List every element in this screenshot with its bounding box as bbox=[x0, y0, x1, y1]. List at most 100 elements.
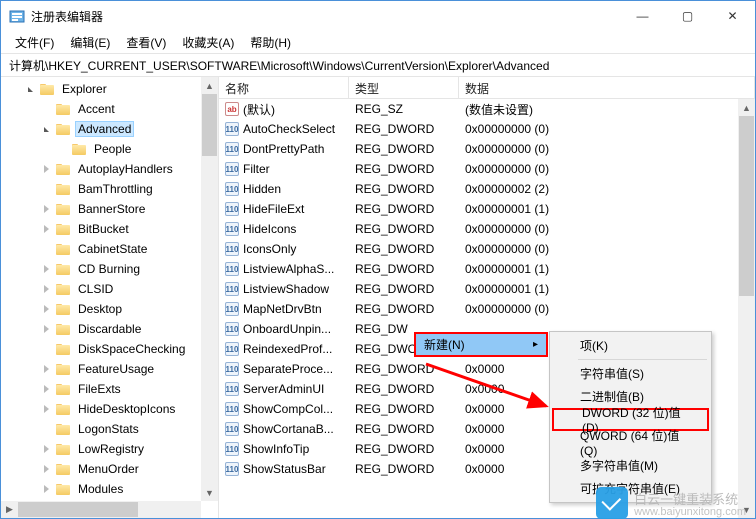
tree-expander-icon[interactable] bbox=[39, 402, 53, 416]
folder-icon bbox=[56, 242, 72, 256]
value-row[interactable]: 110HiddenREG_DWORD0x00000002 (2) bbox=[219, 179, 755, 199]
tree-expander-icon[interactable] bbox=[39, 222, 53, 236]
menu-edit[interactable]: 编辑(E) bbox=[62, 32, 118, 53]
binary-value-icon: 110 bbox=[225, 442, 239, 456]
tree-item-autoplayhandlers[interactable]: AutoplayHandlers bbox=[1, 159, 218, 179]
tree-item-people[interactable]: People bbox=[1, 139, 218, 159]
value-data: 0x00000000 (0) bbox=[459, 122, 755, 136]
tree-expander-icon[interactable] bbox=[39, 282, 53, 296]
tree-item-bamthrottling[interactable]: BamThrottling bbox=[1, 179, 218, 199]
tree-item-diskspacechecking[interactable]: DiskSpaceChecking bbox=[1, 339, 218, 359]
binary-value-icon: 110 bbox=[225, 262, 239, 276]
value-type: REG_DWORD bbox=[349, 142, 459, 156]
menu-view[interactable]: 查看(V) bbox=[118, 32, 174, 53]
scroll-right-button[interactable]: ▶ bbox=[1, 501, 18, 518]
binary-value-icon: 110 bbox=[225, 322, 239, 336]
tree-vertical-scrollbar[interactable]: ▲ ▼ bbox=[201, 77, 218, 501]
folder-icon bbox=[56, 282, 72, 296]
tree-item-cabinetstate[interactable]: CabinetState bbox=[1, 239, 218, 259]
tree-expander-icon[interactable] bbox=[39, 122, 53, 136]
tree-item-bannerstore[interactable]: BannerStore bbox=[1, 199, 218, 219]
tree-item-bitbucket[interactable]: BitBucket bbox=[1, 219, 218, 239]
submenu-item[interactable]: 字符串值(S) bbox=[552, 362, 709, 385]
tree-item-desktop[interactable]: Desktop bbox=[1, 299, 218, 319]
value-row[interactable]: 110DontPrettyPathREG_DWORD0x00000000 (0) bbox=[219, 139, 755, 159]
scroll-thumb-h[interactable] bbox=[18, 502, 138, 517]
value-name: AutoCheckSelect bbox=[243, 122, 335, 136]
tree-expander-icon[interactable] bbox=[23, 82, 37, 96]
binary-value-icon: 110 bbox=[225, 202, 239, 216]
submenu-item[interactable]: QWORD (64 位)值(Q) bbox=[552, 431, 709, 454]
tree-item-label: AutoplayHandlers bbox=[75, 162, 176, 176]
value-row[interactable]: 110AutoCheckSelectREG_DWORD0x00000000 (0… bbox=[219, 119, 755, 139]
value-row[interactable]: 110IconsOnlyREG_DWORD0x00000000 (0) bbox=[219, 239, 755, 259]
scroll-down-button[interactable]: ▼ bbox=[738, 501, 755, 518]
maximize-button[interactable]: ▢ bbox=[665, 1, 710, 31]
tree-expander-icon[interactable] bbox=[39, 482, 53, 496]
tree-item-fileexts[interactable]: FileExts bbox=[1, 379, 218, 399]
value-name: Hidden bbox=[243, 182, 281, 196]
tree-item-cd-burning[interactable]: CD Burning bbox=[1, 259, 218, 279]
value-data: 0x00000001 (1) bbox=[459, 282, 755, 296]
tree-item-modules[interactable]: Modules bbox=[1, 479, 218, 499]
scroll-thumb[interactable] bbox=[202, 94, 217, 156]
tree-horizontal-scrollbar[interactable]: ◀ ▶ bbox=[1, 501, 201, 518]
value-row[interactable]: 110ListviewShadowREG_DWORD0x00000001 (1) bbox=[219, 279, 755, 299]
tree-item-label: LowRegistry bbox=[75, 442, 147, 456]
column-data[interactable]: 数据 bbox=[459, 77, 755, 98]
scroll-up-button[interactable]: ▲ bbox=[201, 77, 218, 94]
column-type[interactable]: 类型 bbox=[349, 77, 459, 98]
tree-item-menuorder[interactable]: MenuOrder bbox=[1, 459, 218, 479]
tree-expander-icon[interactable] bbox=[39, 262, 53, 276]
tree-expander-icon[interactable] bbox=[39, 442, 53, 456]
tree-expander-icon[interactable] bbox=[39, 362, 53, 376]
value-row[interactable]: 110ListviewAlphaS...REG_DWORD0x00000001 … bbox=[219, 259, 755, 279]
folder-icon bbox=[56, 262, 72, 276]
tree-expander-icon[interactable] bbox=[39, 162, 53, 176]
tree-expander-icon[interactable] bbox=[39, 302, 53, 316]
folder-icon bbox=[56, 422, 72, 436]
scroll-down-button[interactable]: ▼ bbox=[201, 484, 218, 501]
tree-item-clsid[interactable]: CLSID bbox=[1, 279, 218, 299]
tree-item-label: HideDesktopIcons bbox=[75, 402, 178, 416]
tree-expander-icon[interactable] bbox=[39, 202, 53, 216]
context-menu-new[interactable]: 新建(N) ▸ bbox=[414, 332, 548, 357]
tree-expander-icon[interactable] bbox=[39, 322, 53, 336]
tree-item-featureusage[interactable]: FeatureUsage bbox=[1, 359, 218, 379]
binary-value-icon: 110 bbox=[225, 402, 239, 416]
tree-item-lowregistry[interactable]: LowRegistry bbox=[1, 439, 218, 459]
submenu-item[interactable]: 可扩充字符串值(E) bbox=[552, 477, 709, 500]
tree-item-hidedesktopicons[interactable]: HideDesktopIcons bbox=[1, 399, 218, 419]
tree-item-label: CabinetState bbox=[75, 242, 150, 256]
tree-item-discardable[interactable]: Discardable bbox=[1, 319, 218, 339]
scroll-thumb[interactable] bbox=[739, 116, 754, 296]
menu-help[interactable]: 帮助(H) bbox=[242, 32, 299, 53]
tree-expander-icon[interactable] bbox=[39, 462, 53, 476]
value-row[interactable]: 110MapNetDrvBtnREG_DWORD0x00000000 (0) bbox=[219, 299, 755, 319]
menu-favorites[interactable]: 收藏夹(A) bbox=[174, 32, 242, 53]
value-row[interactable]: 110FilterREG_DWORD0x00000000 (0) bbox=[219, 159, 755, 179]
list-vertical-scrollbar[interactable]: ▲ ▼ bbox=[738, 99, 755, 518]
scroll-up-button[interactable]: ▲ bbox=[738, 99, 755, 116]
tree-item-label: LogonStats bbox=[75, 422, 142, 436]
value-row[interactable]: 110HideFileExtREG_DWORD0x00000001 (1) bbox=[219, 199, 755, 219]
tree-item-logonstats[interactable]: LogonStats bbox=[1, 419, 218, 439]
tree-expander-icon[interactable] bbox=[39, 382, 53, 396]
submenu-item[interactable]: 多字符串值(M) bbox=[552, 454, 709, 477]
close-button[interactable]: ✕ bbox=[710, 1, 755, 31]
value-name: ReindexedProf... bbox=[243, 342, 332, 356]
titlebar: 注册表编辑器 — ▢ ✕ bbox=[1, 1, 755, 31]
menu-file[interactable]: 文件(F) bbox=[7, 32, 62, 53]
value-row[interactable]: ab(默认)REG_SZ(数值未设置) bbox=[219, 99, 755, 119]
column-name[interactable]: 名称 bbox=[219, 77, 349, 98]
address-bar[interactable]: 计算机\HKEY_CURRENT_USER\SOFTWARE\Microsoft… bbox=[1, 53, 755, 77]
tree-item-explorer[interactable]: Explorer bbox=[1, 79, 218, 99]
minimize-button[interactable]: — bbox=[620, 1, 665, 31]
submenu-item[interactable]: 项(K) bbox=[552, 334, 709, 357]
value-row[interactable]: 110HideIconsREG_DWORD0x00000000 (0) bbox=[219, 219, 755, 239]
value-name: ListviewAlphaS... bbox=[243, 262, 334, 276]
value-data: 0x00000000 (0) bbox=[459, 242, 755, 256]
tree-item-accent[interactable]: Accent bbox=[1, 99, 218, 119]
tree-item-advanced[interactable]: Advanced bbox=[1, 119, 218, 139]
folder-icon bbox=[56, 162, 72, 176]
